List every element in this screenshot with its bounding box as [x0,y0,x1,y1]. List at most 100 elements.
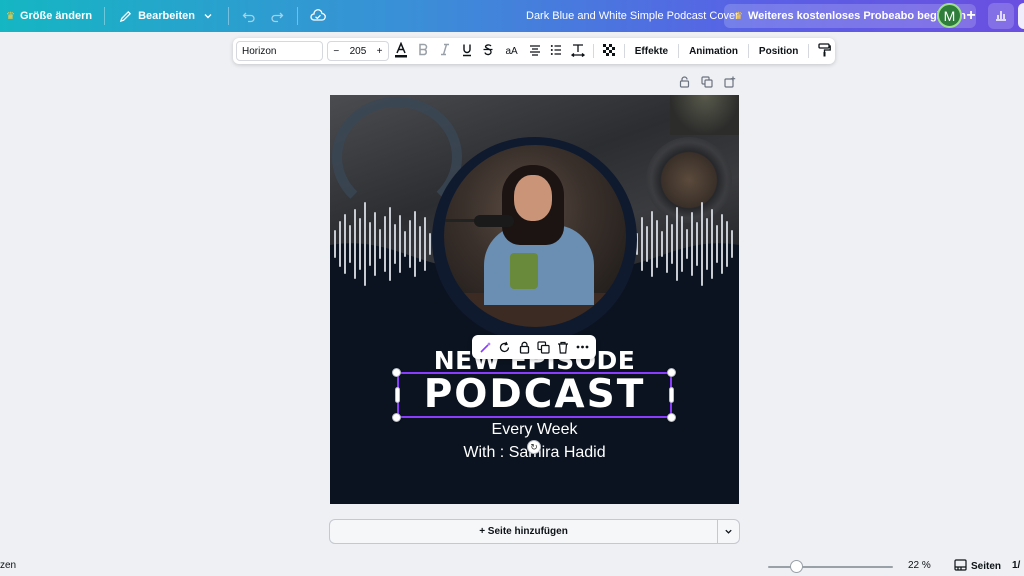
cloud-save-button[interactable] [304,0,332,32]
spacing-button[interactable] [567,41,589,61]
add-page-icon[interactable] [723,75,737,89]
document-title[interactable]: Dark Blue and White Simple Podcast Cover [526,0,739,32]
resize-handle-bottom-left[interactable] [392,413,401,422]
sound-wave-bar [349,225,351,263]
resize-handle-left[interactable] [395,387,400,403]
host-photo[interactable] [444,145,626,327]
trial-label: Weiteres kostenloses Probeabo beginnen [747,10,966,22]
avatar[interactable]: M [937,3,962,28]
divider [227,7,229,25]
animation-button[interactable]: Animation [683,41,744,61]
notes-button[interactable]: zen [0,560,16,571]
subtitle-text[interactable]: Every Week [330,421,739,439]
sound-wave-bar [721,214,723,274]
copy-style-button[interactable] [813,41,835,61]
edit-menu-button[interactable]: Bearbeiten [111,0,222,32]
redo-button[interactable] [263,0,291,32]
sound-wave-bar [354,209,356,279]
resize-handle-top-right[interactable] [667,368,676,377]
letter-case-button[interactable]: aA [499,41,524,61]
sound-wave-bar [359,218,361,270]
undo-icon [241,8,257,24]
sound-wave-bar [384,216,386,272]
resize-handle-right[interactable] [669,387,674,403]
text-color-button[interactable] [391,41,413,61]
sound-wave-bar [666,215,668,273]
sound-wave-bar [379,229,381,259]
resize-handle-bottom-right[interactable] [667,413,676,422]
sound-wave-bar [646,226,648,262]
position-button[interactable]: Position [753,41,804,61]
divider [747,44,749,58]
align-button[interactable] [524,41,546,61]
resize-button[interactable]: ♛ Größe ändern [0,0,98,32]
rotate-handle[interactable]: ↻ [527,440,541,454]
insights-button[interactable] [988,3,1014,29]
more-icon[interactable] [574,339,590,355]
divider [678,44,680,58]
sound-wave-bar [339,221,341,267]
paint-roller-icon [818,42,831,60]
sound-wave-bar [364,202,366,286]
share-button[interactable] [1018,3,1024,29]
bold-button[interactable] [412,41,434,61]
divider [593,44,595,58]
italic-button[interactable] [434,41,456,61]
crown-icon: ♛ [6,10,15,22]
sound-wave-bar [661,231,663,257]
page-counter: 1/ [1012,560,1021,571]
sound-wave-bar [344,214,346,274]
divider [808,44,810,58]
sound-wave-bar [424,217,426,271]
sound-wave-bar [641,217,643,271]
transparency-icon [602,43,615,59]
pages-label: Seiten [971,561,1002,572]
underline-button[interactable] [456,41,478,61]
strikethrough-button[interactable] [478,41,500,61]
duplicate-icon[interactable] [536,339,552,355]
effects-button[interactable]: Effekte [629,41,674,61]
list-button[interactable] [546,41,568,61]
add-page-button[interactable]: + Seite hinzufügen [329,519,718,544]
undo-button[interactable] [235,0,263,32]
font-size-input[interactable]: 205 [350,46,367,57]
sound-wave-bar [404,231,406,257]
sound-wave-bar [399,215,401,273]
bottom-bar: zen 22 % Seiten 1/ [0,556,1024,576]
font-family-select[interactable]: Horizon [236,41,324,61]
sound-wave-bar [671,224,673,264]
font-size-stepper: − 205 + [327,41,389,61]
lock-page-icon[interactable] [677,75,691,89]
pages-button[interactable]: Seiten [954,559,1001,574]
invite-plus-button[interactable]: + [962,6,980,26]
resize-handle-top-left[interactable] [392,368,401,377]
element-context-menu [472,335,596,359]
zoom-slider-thumb[interactable] [790,560,803,573]
sound-wave-bar [374,212,376,276]
underline-icon [461,43,473,60]
rotate-icon[interactable] [497,339,513,355]
lock-icon[interactable] [516,339,532,355]
align-center-icon [529,44,541,59]
duplicate-page-icon[interactable] [700,75,714,89]
chevron-down-icon [724,523,733,541]
top-bar: ♛ Größe ändern Bearbeiten Dark Blue and … [0,0,1024,32]
add-page-options-button[interactable] [718,519,740,544]
chevron-down-icon [200,8,216,24]
font-size-decrease-button[interactable]: − [333,46,339,57]
pages-icon [954,559,967,574]
transparency-button[interactable] [598,41,620,61]
font-size-increase-button[interactable]: + [377,46,383,57]
zoom-slider[interactable] [768,566,893,568]
sound-wave-bar [681,216,683,272]
sound-wave-bar [651,211,653,277]
trash-icon[interactable] [555,339,571,355]
cloud-save-icon [310,8,326,24]
sound-wave-bar [409,220,411,268]
magic-icon[interactable] [478,339,494,355]
pencil-icon [117,8,133,24]
sound-wave-bar [676,207,678,281]
sound-wave-bar [706,218,708,270]
zoom-value[interactable]: 22 % [908,560,931,571]
sound-wave-bar [429,233,431,255]
